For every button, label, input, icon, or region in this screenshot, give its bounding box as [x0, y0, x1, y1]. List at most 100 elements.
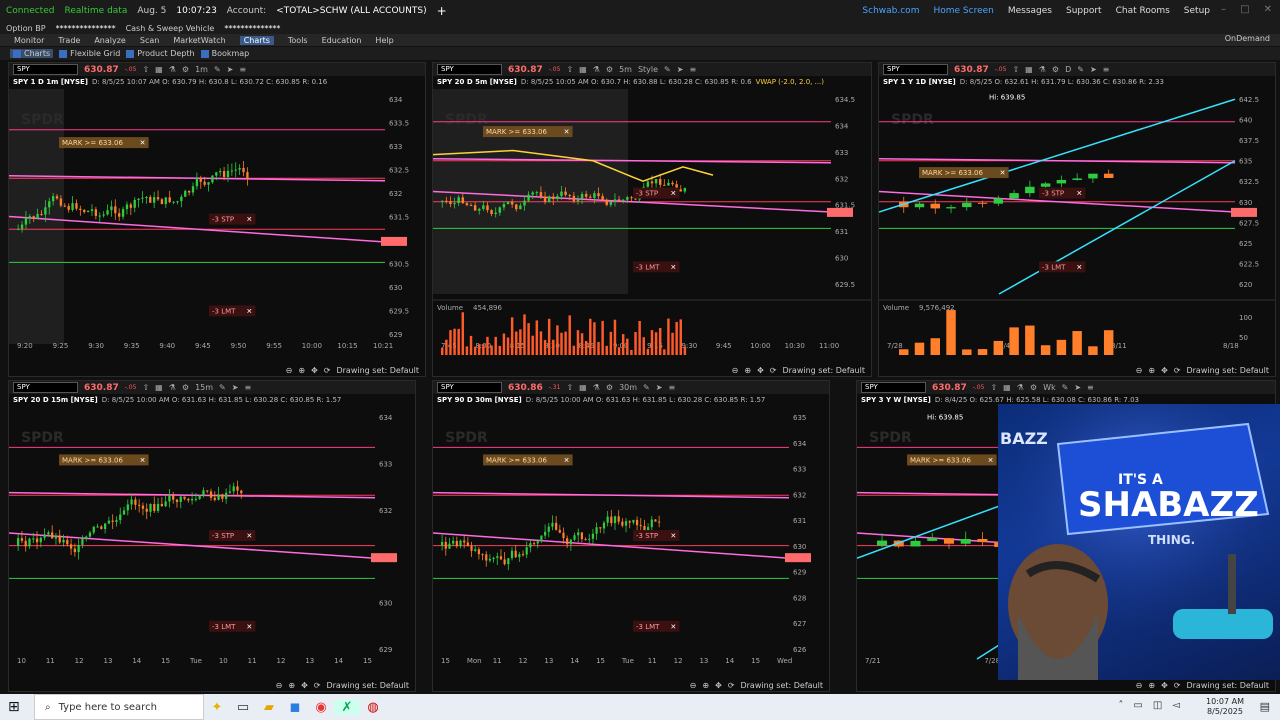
reset-icon[interactable]: ⟳	[728, 681, 735, 690]
menu-icon[interactable]: ≡	[1103, 65, 1110, 74]
zoom-out-icon[interactable]: ⊖	[286, 366, 293, 375]
zoom-out-icon[interactable]: ⊖	[1136, 366, 1143, 375]
menu-icon[interactable]: ≡	[668, 383, 675, 392]
drawing-tool-icon[interactable]: ✎	[219, 383, 226, 392]
share-icon[interactable]: ⇧	[1012, 65, 1019, 74]
timeframe-button[interactable]: 30m	[619, 383, 637, 392]
flask-icon[interactable]: ⚗	[169, 65, 176, 74]
chevron-up-icon[interactable]: ˄	[1118, 700, 1123, 711]
order-label[interactable]: -3 STP ✕	[633, 530, 680, 542]
nav-tools[interactable]: Tools	[288, 36, 308, 45]
zoom-out-icon[interactable]: ⊖	[690, 681, 697, 690]
menu-icon[interactable]: ≡	[239, 65, 246, 74]
windows-start-icon[interactable]: ⊞	[8, 699, 20, 715]
calendar-icon[interactable]: ▦	[1025, 65, 1033, 74]
gear-icon[interactable]: ⚙	[182, 65, 189, 74]
order-label[interactable]: -3 STP ✕	[209, 530, 256, 542]
battery-icon[interactable]: ▭	[1133, 700, 1142, 711]
order-label[interactable]: -3 LMT ✕	[209, 620, 256, 632]
schwab-link[interactable]: Schwab.com	[862, 6, 919, 16]
calendar-icon[interactable]: ▦	[579, 383, 587, 392]
order-label[interactable]: -3 LMT ✕	[633, 261, 680, 273]
zoom-in-icon[interactable]: ⊕	[702, 681, 709, 690]
gear-icon[interactable]: ⚙	[1052, 65, 1059, 74]
drawing-set-label[interactable]: Drawing set: Default	[740, 681, 823, 690]
taskbar-clock[interactable]: 10:07 AM 8/5/2025	[1206, 697, 1244, 717]
symbol-input[interactable]: SPY	[437, 382, 502, 393]
drawing-set-label[interactable]: Drawing set: Default	[782, 366, 865, 375]
subnav-product-depth[interactable]: Product Depth	[126, 49, 195, 58]
messages-link[interactable]: Messages	[1008, 6, 1052, 16]
order-label[interactable]: -3 LMT ✕	[633, 620, 680, 632]
drawing-tool-icon[interactable]: ✎	[214, 65, 221, 74]
close-icon[interactable]: ✕	[1264, 4, 1272, 15]
zoom-in-icon[interactable]: ⊕	[288, 681, 295, 690]
pan-icon[interactable]: ✥	[757, 366, 764, 375]
symbol-input[interactable]: SPY	[861, 382, 926, 393]
drawing-set-label[interactable]: Drawing set: Default	[336, 366, 419, 375]
chat-rooms-link[interactable]: Chat Rooms	[1116, 6, 1170, 16]
reset-icon[interactable]: ⟳	[1174, 366, 1181, 375]
calendar-icon[interactable]: ▦	[155, 65, 163, 74]
notifications-icon[interactable]: ▤	[1260, 700, 1270, 713]
zoom-in-icon[interactable]: ⊕	[1148, 681, 1155, 690]
drawing-tool-icon[interactable]: ✎	[664, 65, 671, 74]
cursor-icon[interactable]: ➤	[1074, 383, 1081, 392]
cursor-icon[interactable]: ➤	[227, 65, 234, 74]
reset-icon[interactable]: ⟳	[314, 681, 321, 690]
account-selector[interactable]: <TOTAL>SCHW (ALL ACCOUNTS)	[276, 6, 426, 16]
share-icon[interactable]: ⇧	[142, 65, 149, 74]
zoom-out-icon[interactable]: ⊖	[1136, 681, 1143, 690]
trendline[interactable]	[998, 160, 1236, 295]
cortana-icon[interactable]: ✦	[204, 700, 230, 715]
order-label[interactable]: -3 LMT ✕	[209, 305, 256, 317]
zoom-in-icon[interactable]: ⊕	[298, 366, 305, 375]
nav-trade[interactable]: Trade	[58, 36, 80, 45]
price-chart[interactable]: SPDR634.5634633632631.5631630629.57:45 8:…	[433, 89, 871, 364]
menu-icon[interactable]: ≡	[244, 383, 251, 392]
calendar-icon[interactable]: ▦	[1003, 383, 1011, 392]
add-account-button[interactable]: +	[437, 4, 447, 18]
zoom-in-icon[interactable]: ⊕	[1148, 366, 1155, 375]
style-button[interactable]: Style	[638, 65, 658, 74]
maximize-icon[interactable]: □	[1240, 4, 1249, 15]
symbol-input[interactable]: SPY	[883, 64, 948, 75]
flask-icon[interactable]: ⚗	[593, 383, 600, 392]
flask-icon[interactable]: ⚗	[1039, 65, 1046, 74]
drawing-set-label[interactable]: Drawing set: Default	[1186, 681, 1269, 690]
subnav-bookmap[interactable]: Bookmap	[200, 49, 249, 58]
app-red-icon[interactable]: ◍	[360, 700, 386, 715]
order-label[interactable]: MARK >= 633.06 ✕	[919, 167, 1009, 179]
calendar-icon[interactable]: ▦	[579, 65, 587, 74]
nav-scan[interactable]: Scan	[140, 36, 159, 45]
order-label[interactable]: MARK >= 633.06 ✕	[59, 454, 149, 466]
drawing-tool-icon[interactable]: ✎	[1062, 383, 1069, 392]
pan-icon[interactable]: ✥	[311, 366, 318, 375]
drawing-set-label[interactable]: Drawing set: Default	[1186, 366, 1269, 375]
order-label[interactable]: MARK >= 633.06 ✕	[483, 454, 573, 466]
subnav-charts[interactable]: Charts	[10, 49, 54, 58]
drawing-tool-icon[interactable]: ✎	[643, 383, 650, 392]
menu-icon[interactable]: ≡	[1087, 383, 1094, 392]
nav-charts[interactable]: Charts	[239, 35, 274, 45]
task-view-icon[interactable]: ▭	[230, 700, 256, 715]
support-link[interactable]: Support	[1066, 6, 1102, 16]
setup-link[interactable]: Setup	[1184, 6, 1210, 16]
zoom-out-icon[interactable]: ⊖	[276, 681, 283, 690]
symbol-input[interactable]: SPY	[437, 64, 502, 75]
pan-icon[interactable]: ✥	[301, 681, 308, 690]
calendar-icon[interactable]: ▦	[155, 383, 163, 392]
nav-marketwatch[interactable]: MarketWatch	[173, 36, 225, 45]
nav-education[interactable]: Education	[322, 36, 362, 45]
order-label[interactable]: -3 LMT ✕	[1039, 261, 1086, 273]
drawing-set-label[interactable]: Drawing set: Default	[326, 681, 409, 690]
share-icon[interactable]: ⇧	[566, 65, 573, 74]
nav-analyze[interactable]: Analyze	[94, 36, 126, 45]
thinkorswim-icon[interactable]: ✗	[334, 699, 360, 715]
order-label[interactable]: MARK >= 633.06 ✕	[907, 454, 997, 466]
cursor-icon[interactable]: ➤	[232, 383, 239, 392]
symbol-input[interactable]: SPY	[13, 382, 78, 393]
subnav-flexible-grid[interactable]: Flexible Grid	[59, 49, 120, 58]
zoom-in-icon[interactable]: ⊕	[744, 366, 751, 375]
price-chart[interactable]: SPDR634633632631630629101112131415Tue101…	[9, 407, 415, 679]
